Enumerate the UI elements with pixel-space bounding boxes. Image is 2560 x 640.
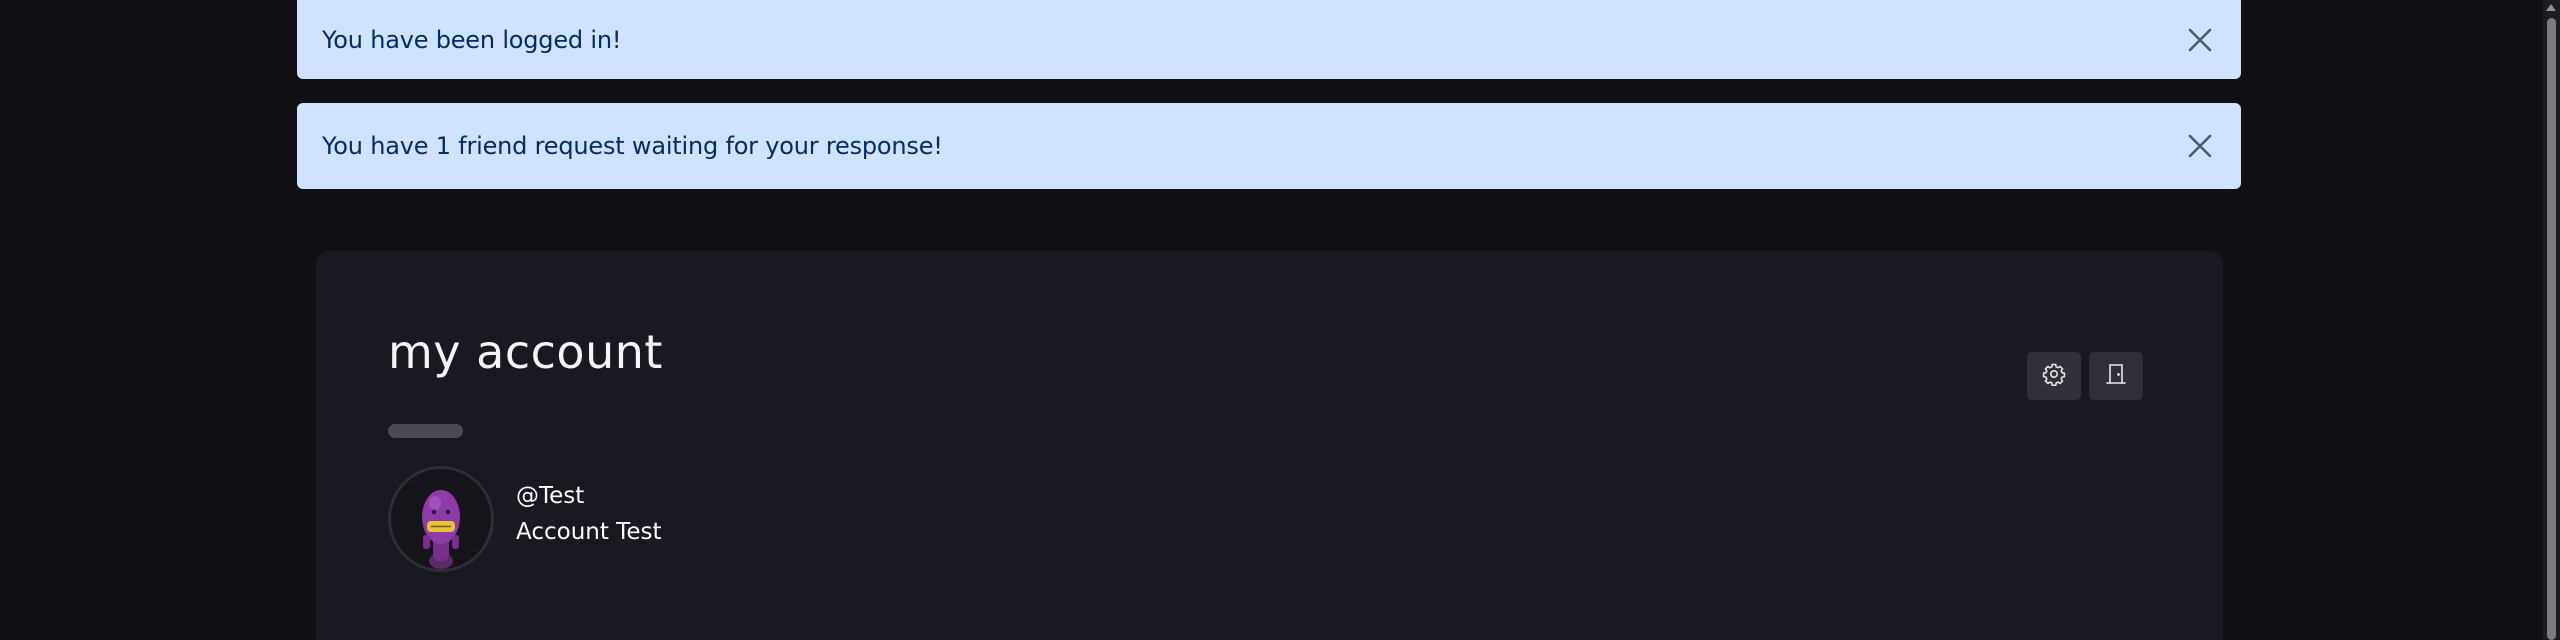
scroll-up-arrow-icon[interactable] [2546, 4, 2556, 11]
purple-character-avatar [422, 490, 460, 569]
logout-button[interactable] [2089, 352, 2143, 400]
avatar[interactable] [388, 466, 494, 572]
account-card: my account @Test Account Test [316, 251, 2223, 640]
alert-message: You have been logged in! [322, 25, 622, 54]
scrollbar-thumb[interactable] [2547, 18, 2556, 640]
login-alert: You have been logged in! [297, 0, 2241, 79]
loading-placeholder [388, 424, 463, 438]
door-exit-icon [2104, 362, 2128, 390]
user-handle: @Test [516, 483, 585, 509]
gear-icon [2042, 362, 2066, 390]
alert-message: You have 1 friend request waiting for yo… [322, 132, 943, 160]
settings-button[interactable] [2027, 352, 2081, 400]
vertical-scrollbar[interactable] [2543, 0, 2560, 640]
close-icon[interactable] [2185, 131, 2215, 161]
close-icon[interactable] [2185, 25, 2215, 55]
friend-request-alert: You have 1 friend request waiting for yo… [297, 103, 2241, 189]
page: You have been logged in! You have 1 frie… [0, 0, 2560, 640]
user-full-name: Account Test [516, 519, 662, 545]
page-title: my account [388, 325, 663, 379]
